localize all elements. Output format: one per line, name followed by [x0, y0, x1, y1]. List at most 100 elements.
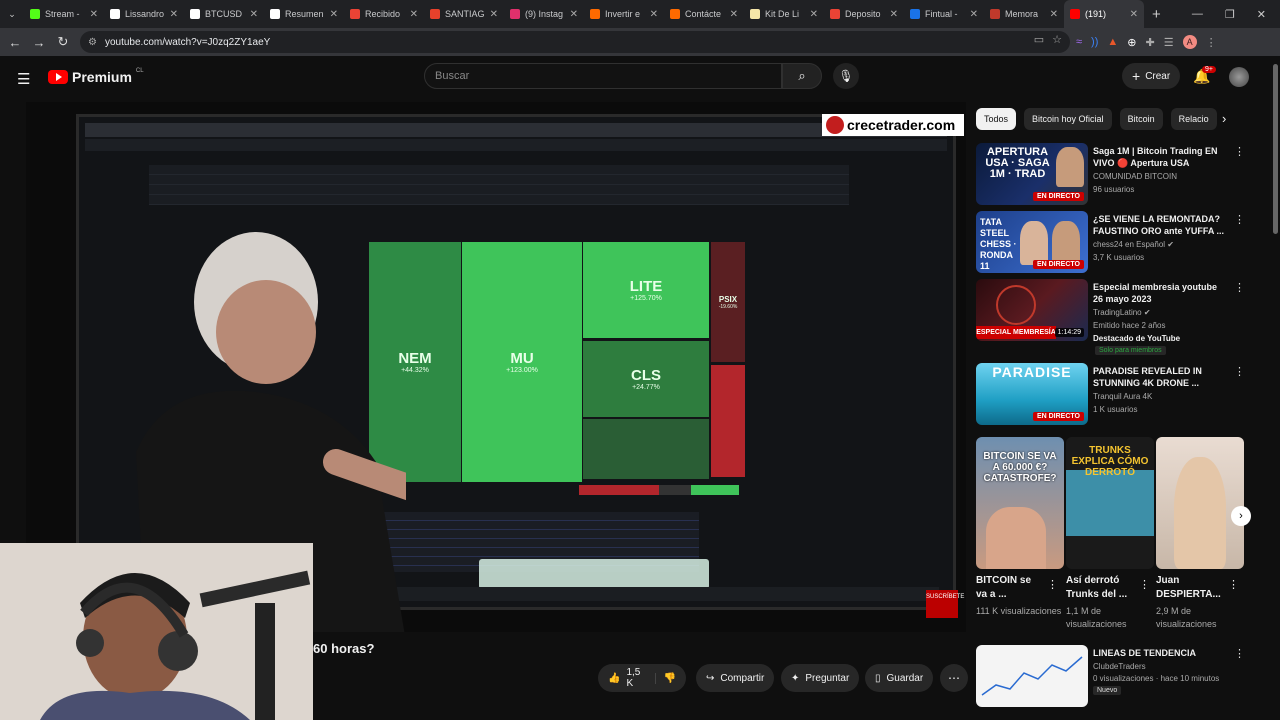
dislike-icon[interactable]: 👎 — [654, 672, 676, 684]
short-thumbnail[interactable] — [1156, 437, 1244, 569]
reload-icon[interactable]: ↻ — [51, 34, 75, 50]
minimize-icon[interactable]: — — [1192, 8, 1203, 20]
puzzle-icon[interactable]: ✚ — [1145, 36, 1154, 49]
video-thumbnail[interactable]: PARADISE EN DIRECTO — [976, 363, 1088, 425]
extension-icon[interactable]: ⊕ — [1127, 36, 1136, 49]
browser-tab[interactable]: SANTIAG ✕ — [424, 0, 504, 28]
youtube-premium-logo[interactable]: Premium CL — [48, 68, 144, 85]
new-tab-button[interactable]: + — [1152, 6, 1161, 23]
channel-name[interactable]: TradingLatino ✔ — [1093, 308, 1151, 317]
tab-close-icon[interactable]: ✕ — [570, 9, 578, 20]
search-input[interactable]: Buscar — [424, 63, 782, 89]
site-info-icon[interactable]: ⚙ — [88, 37, 97, 48]
shorts-next-arrow-icon[interactable]: › — [1231, 506, 1251, 526]
tab-close-icon[interactable]: ✕ — [890, 9, 898, 20]
ask-button[interactable]: ✦ Preguntar — [781, 664, 860, 692]
tab-close-icon[interactable]: ✕ — [330, 9, 338, 20]
video-thumbnail[interactable]: ESPECIAL MEMBRESÍA 1:14:29 — [976, 279, 1088, 341]
chevron-right-icon[interactable]: › — [1222, 111, 1226, 126]
browser-tab[interactable]: Contácte ✕ — [664, 0, 744, 28]
browser-tab[interactable]: Recibido ✕ — [344, 0, 424, 28]
reading-list-icon[interactable]: ☰ — [1164, 36, 1174, 49]
page-scrollbar[interactable] — [1271, 56, 1280, 720]
guide-menu-icon[interactable]: ☰ — [17, 70, 30, 88]
tab-close-icon[interactable]: ✕ — [970, 9, 978, 20]
profile-avatar[interactable]: A — [1182, 35, 1197, 49]
extension-icon[interactable]: ≈ — [1076, 36, 1082, 48]
tab-close-icon[interactable]: ✕ — [730, 9, 738, 20]
maximize-icon[interactable]: ❐ — [1225, 8, 1235, 21]
browser-tab[interactable]: Memora ✕ — [984, 0, 1064, 28]
menu-kebab-icon[interactable]: ⋮ — [1206, 36, 1217, 49]
chip-bitcoin-oficial[interactable]: Bitcoin hoy Oficial — [1024, 108, 1112, 130]
kebab-menu-icon[interactable]: ⋮ — [1234, 281, 1245, 294]
more-actions-button[interactable]: ⋯ — [940, 664, 968, 692]
browser-tab[interactable]: (9) Instag ✕ — [504, 0, 584, 28]
tab-close-icon[interactable]: ✕ — [650, 9, 658, 20]
kebab-menu-icon[interactable]: ⋮ — [1047, 578, 1058, 591]
browser-tab[interactable]: Fintual - ✕ — [904, 0, 984, 28]
browser-tab[interactable]: Resumen ✕ — [264, 0, 344, 28]
browser-tab[interactable]: Deposito ✕ — [824, 0, 904, 28]
browser-tab[interactable]: Kit De Li ✕ — [744, 0, 824, 28]
extension-icon[interactable]: ▲ — [1107, 36, 1118, 48]
browser-tab[interactable]: (191) ✕ — [1064, 0, 1144, 28]
browser-tab[interactable]: Lissandro ✕ — [104, 0, 184, 28]
channel-name[interactable]: COMUNIDAD BITCOIN — [1093, 172, 1177, 181]
address-bar[interactable]: ⚙ youtube.com/watch?v=J0zq2ZY1aeY ▭ ☆ — [80, 31, 1070, 53]
extension-icon[interactable]: )) — [1091, 36, 1098, 48]
recommendation-item[interactable]: TATA STEEL CHESS · RONDA 11 EN DIRECTO ¿… — [976, 211, 1245, 273]
recommendation-item[interactable]: ESPECIAL MEMBRESÍA 1:14:29 Especial memb… — [976, 279, 1245, 359]
kebab-menu-icon[interactable]: ⋮ — [1234, 365, 1245, 378]
forward-icon[interactable]: → — [27, 35, 51, 50]
url-text: youtube.com/watch?v=J0zq2ZY1aeY — [104, 36, 271, 48]
subscribe-overlay-button[interactable]: SUSCRÍBETE — [926, 590, 964, 618]
thumbnail-person — [1052, 221, 1080, 265]
kebab-menu-icon[interactable]: ⋮ — [1234, 145, 1245, 158]
cast-icon[interactable]: ▭ — [1034, 33, 1044, 46]
tab-close-icon[interactable]: ✕ — [90, 9, 98, 20]
channel-name[interactable]: Tranquil Aura 4K — [1093, 392, 1152, 401]
share-label: Compartir — [720, 672, 765, 684]
tab-close-icon[interactable]: ✕ — [410, 9, 418, 20]
kebab-menu-icon[interactable]: ⋮ — [1234, 647, 1245, 660]
channel-name[interactable]: ClubdeTraders — [1093, 662, 1146, 671]
watermark-text: crecetrader.com — [847, 117, 956, 133]
tab-search-button[interactable]: ⌄ — [0, 0, 24, 28]
video-thumbnail[interactable] — [976, 645, 1088, 707]
channel-name[interactable]: chess24 en Español ✔ — [1093, 240, 1174, 249]
video-thumbnail[interactable]: APERTURA USA · SAGA 1M · TRAD EN DIRECTO — [976, 143, 1088, 205]
short-thumbnail[interactable]: BITCOIN SE VA A 60.000 €? CATASTROFE? — [976, 437, 1064, 569]
chip-todos[interactable]: Todos — [976, 108, 1017, 130]
account-avatar[interactable] — [1229, 67, 1249, 87]
short-thumbnail[interactable]: TRUNKS EXPLICA CÓMO DERROTÓ — [1066, 437, 1154, 569]
recommendation-item[interactable]: PARADISE EN DIRECTO PARADISE REVEALED IN… — [976, 363, 1245, 425]
tab-close-icon[interactable]: ✕ — [1130, 9, 1138, 20]
kebab-menu-icon[interactable]: ⋮ — [1234, 213, 1245, 226]
recommendation-item[interactable]: APERTURA USA · SAGA 1M · TRAD EN DIRECTO… — [976, 143, 1245, 205]
video-thumbnail[interactable]: TATA STEEL CHESS · RONDA 11 EN DIRECTO — [976, 211, 1088, 273]
tab-close-icon[interactable]: ✕ — [250, 9, 258, 20]
save-button[interactable]: ▯ Guardar — [865, 664, 934, 692]
kebab-menu-icon[interactable]: ⋮ — [1139, 578, 1150, 591]
tab-close-icon[interactable]: ✕ — [170, 9, 178, 20]
chip-bitcoin[interactable]: Bitcoin — [1119, 108, 1163, 130]
scrollbar-thumb[interactable] — [1273, 64, 1278, 234]
voice-search-button[interactable]: 🎙 — [833, 63, 859, 89]
bookmark-star-icon[interactable]: ☆ — [1052, 33, 1062, 46]
kebab-menu-icon[interactable]: ⋮ — [1228, 578, 1239, 591]
search-button[interactable]: ⌕ — [782, 63, 822, 89]
tab-close-icon[interactable]: ✕ — [490, 9, 498, 20]
tab-close-icon[interactable]: ✕ — [1050, 9, 1058, 20]
close-window-icon[interactable]: ✕ — [1257, 8, 1266, 21]
browser-tab[interactable]: Stream - ✕ — [24, 0, 104, 28]
share-button[interactable]: ↪ Compartir — [696, 664, 775, 692]
back-icon[interactable]: ← — [3, 35, 27, 50]
recommendation-item[interactable]: LINEAS DE TENDENCIA ClubdeTraders 0 visu… — [976, 645, 1245, 707]
like-button[interactable]: 👍 1,5 K 👎 — [598, 664, 686, 692]
create-button[interactable]: + Crear — [1122, 63, 1181, 89]
browser-tab[interactable]: BTCUSD ✕ — [184, 0, 264, 28]
chip-relacionados[interactable]: Relacio — [1170, 108, 1217, 130]
browser-tab[interactable]: Invertir e ✕ — [584, 0, 664, 28]
tab-close-icon[interactable]: ✕ — [810, 9, 818, 20]
